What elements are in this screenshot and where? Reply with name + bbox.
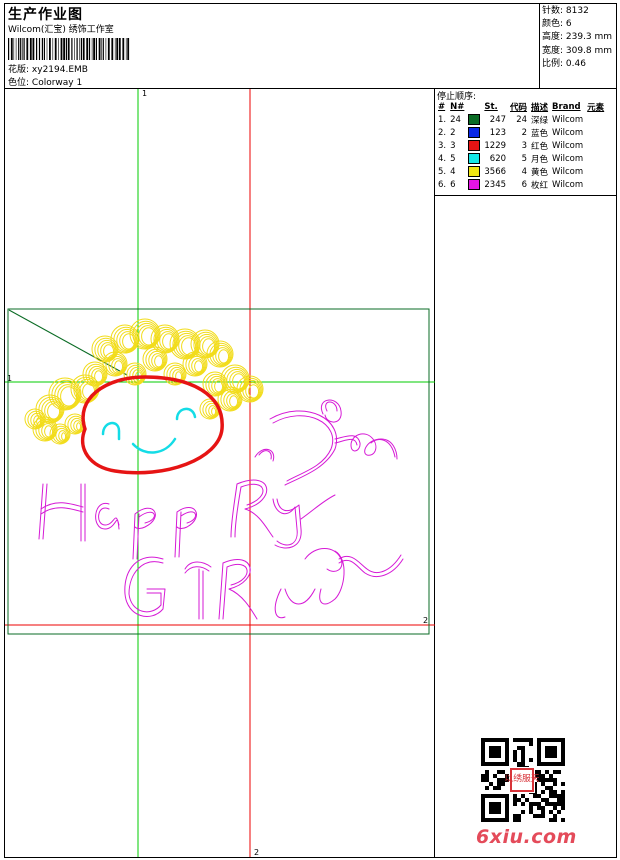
guide-label-bottom: 2 <box>254 848 259 857</box>
row-stitches: 3566 <box>484 166 507 177</box>
stats-divider <box>539 3 540 89</box>
row-code: 4 <box>521 166 528 177</box>
row-index: 4. <box>438 153 447 164</box>
row-brand: Wilcom <box>552 153 584 164</box>
color-swatch-icon <box>468 166 481 177</box>
row-swatch <box>466 126 482 139</box>
stitch-count: 针数: 8132 <box>542 6 589 16</box>
row-brand: Wilcom <box>552 166 584 177</box>
embroidery-preview: 1 1 2 2 <box>5 89 435 857</box>
row-index: 6. <box>438 179 447 190</box>
header-description: 描述 <box>531 103 549 113</box>
colorway-label: 色位: <box>8 78 30 88</box>
header-stitches: St. <box>484 102 498 112</box>
row-swatch <box>466 139 482 152</box>
color-swatch-icon <box>468 140 481 151</box>
row-brand: Wilcom <box>552 140 584 151</box>
color-swatch-icon <box>468 179 481 190</box>
row-needle: 24 <box>450 114 461 125</box>
design-filename: xy2194.EMB <box>31 65 88 75</box>
row-description: 蓝色 <box>531 128 549 139</box>
row-element <box>585 178 606 191</box>
color-swatch-icon <box>468 127 481 138</box>
row-needle: 5 <box>450 153 456 164</box>
design-height: 高度: 239.3 mm <box>542 32 613 43</box>
color-count: 颜色: 6 <box>542 19 572 30</box>
barcode-image <box>8 38 130 60</box>
row-code: 24 <box>516 114 528 125</box>
table-row: 1. 24 247 24 深绿 Wilcom <box>436 113 606 126</box>
color-swatch-icon <box>468 153 481 164</box>
happy-lettering <box>38 399 398 560</box>
row-index: 1. <box>438 114 447 125</box>
row-brand: Wilcom <box>552 179 584 190</box>
row-swatch <box>466 165 482 178</box>
row-swatch <box>466 113 482 126</box>
row-element <box>585 152 606 165</box>
stop-sequence-table: # N# St. 代码 描述 Brand 元素 1. 24 247 24 深绿 Wilco… <box>436 101 606 191</box>
seal-text: 以绣服天 <box>504 772 539 784</box>
row-stitches: 247 <box>489 114 507 125</box>
row-code: 6 <box>521 179 528 190</box>
row-needle: 3 <box>450 140 456 151</box>
row-stitches: 620 <box>489 153 507 164</box>
table-row: 6. 6 2345 6 枚红 Wilcom <box>436 178 606 191</box>
design-scale: 比例: 0.46 <box>542 58 586 69</box>
row-brand: Wilcom <box>552 114 584 125</box>
watermark-site: 6xiu.com <box>476 826 577 848</box>
row-description: 黄色 <box>531 167 549 178</box>
row-element <box>585 165 606 178</box>
row-code: 3 <box>521 140 528 151</box>
guide-label-top: 1 <box>142 89 147 98</box>
row-index: 3. <box>438 140 447 151</box>
header-index: # <box>438 102 446 112</box>
row-stitches: 2345 <box>484 179 507 190</box>
face-outline <box>80 375 224 475</box>
girl-lettering <box>124 548 404 620</box>
row-needle: 4 <box>450 166 456 177</box>
row-stitches: 123 <box>489 127 507 138</box>
row-index: 2. <box>438 127 447 138</box>
header-needle: N# <box>450 102 465 112</box>
row-swatch <box>466 152 482 165</box>
face-features <box>101 407 197 454</box>
row-needle: 6 <box>450 179 456 190</box>
colorway-info: 色位: Colorway 1 <box>8 75 82 88</box>
row-needle: 2 <box>450 127 456 138</box>
row-description: 月色 <box>531 154 549 165</box>
row-element <box>585 113 606 126</box>
row-code: 5 <box>521 153 528 164</box>
design-stats: 针数: 8132 颜色: 6 高度: 239.3 mm 宽度: 309.8 mm… <box>542 5 612 71</box>
row-swatch <box>466 178 482 191</box>
row-description: 红色 <box>531 141 549 152</box>
guide-label-right: 2 <box>423 616 428 625</box>
page-title: 生产作业图 <box>8 7 83 23</box>
colorway-value: Colorway 1 <box>31 78 83 88</box>
table-header-row: # N# St. 代码 描述 Brand 元素 <box>436 101 606 113</box>
row-element <box>585 126 606 139</box>
row-description: 深绿 <box>531 115 549 126</box>
studio-name: Wilcom(汇宝) 绣饰工作室 <box>8 25 114 35</box>
row-description: 枚红 <box>531 180 549 191</box>
row-stitches: 1229 <box>484 140 507 151</box>
table-row: 3. 3 1229 3 红色 Wilcom <box>436 139 606 152</box>
header-brand: Brand <box>552 102 581 112</box>
table-divider <box>434 195 617 196</box>
design-width: 宽度: 309.8 mm <box>542 45 613 56</box>
row-brand: Wilcom <box>552 127 584 138</box>
table-row: 4. 5 620 5 月色 Wilcom <box>436 152 606 165</box>
color-swatch-icon <box>468 114 481 125</box>
row-index: 5. <box>438 166 447 177</box>
table-row: 2. 2 123 2 蓝色 Wilcom <box>436 126 606 139</box>
design-info: 花版: xy2194.EMB <box>8 62 88 75</box>
design-label: 花版: <box>8 65 30 75</box>
qr-code-image: 以绣服天 <box>481 738 565 822</box>
header-swatch <box>466 101 482 113</box>
header-code: 代码 <box>510 103 528 113</box>
table-row: 5. 4 3566 4 黄色 Wilcom <box>436 165 606 178</box>
row-element <box>585 139 606 152</box>
row-code: 2 <box>521 127 528 138</box>
header-element: 元素 <box>587 103 605 113</box>
